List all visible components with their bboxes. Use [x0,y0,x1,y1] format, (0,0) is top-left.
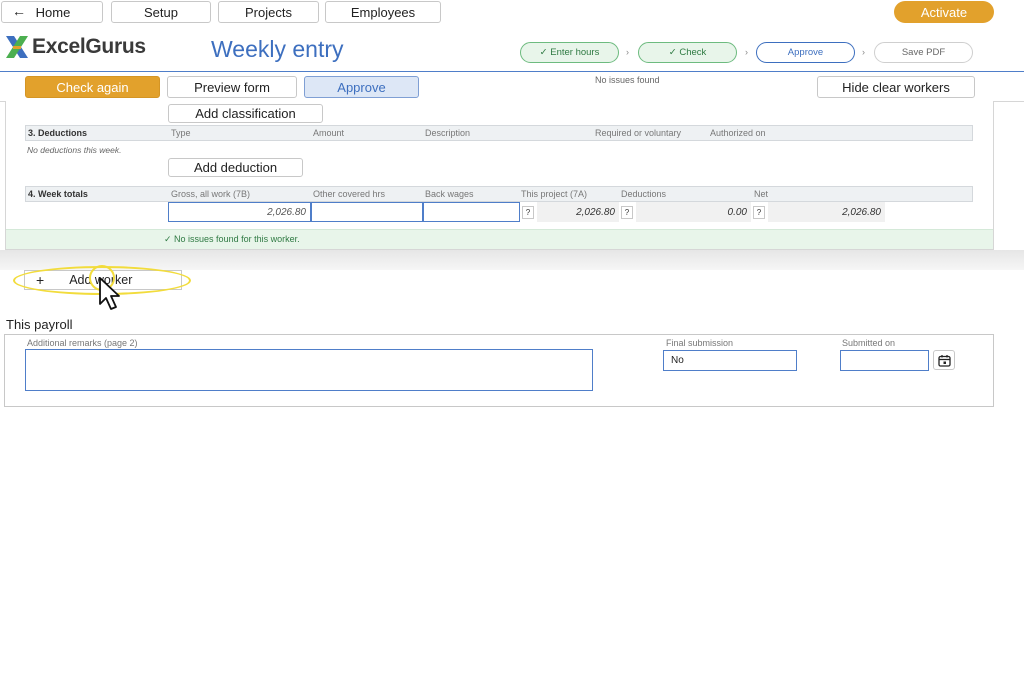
column-header: Required or voluntary [595,128,682,138]
column-header: Back wages [425,189,474,199]
step-approve[interactable]: Approve [756,42,855,63]
excelgurus-logo-icon [6,36,28,58]
column-header: Authorized on [710,128,766,138]
column-header: Amount [313,128,345,138]
column-header: Description [425,128,471,138]
final-submission-label: Final submission [666,338,734,348]
column-header: Net [754,189,769,199]
add-deduction-button[interactable]: Add deduction [168,158,303,177]
back-wages-input[interactable] [423,202,520,222]
setup-button[interactable]: Setup [111,1,211,23]
home-button[interactable]: ← Home [1,1,103,23]
page-title: Weekly entry [211,36,344,62]
help-icon[interactable]: ? [753,206,765,219]
deductions-value: 0.00 [636,202,751,222]
logo: ExcelGurus [4,33,146,61]
employees-button[interactable]: Employees [325,1,441,23]
panel-shadow [0,250,1024,270]
calendar-icon [937,354,951,367]
step-enter-hours[interactable]: ✓ Enter hours [520,42,619,63]
submitted-on-input[interactable] [840,350,929,371]
worker-status-text: ✓ No issues found for this worker. [164,234,300,244]
deductions-title: 3. Deductions [28,128,88,138]
activate-label: Activate [920,4,968,20]
remarks-textarea[interactable] [25,349,593,391]
submitted-on-label: Submitted on [842,338,896,348]
check-again-button[interactable]: Check again [25,76,160,98]
other-covered-hrs-input[interactable] [311,202,423,222]
add-classification-button[interactable]: Add classification [168,104,323,123]
net-value: 2,026.80 [768,202,885,222]
column-header: This project (7A) [521,189,588,199]
step-separator-icon: › [862,47,865,57]
column-header: Other covered hrs [313,189,386,199]
step-check[interactable]: ✓ Check [638,42,737,63]
step-separator-icon: › [745,47,748,57]
projects-label: Projects [245,4,292,20]
week-totals-title: 4. Week totals [28,189,88,199]
status-text: No issues found [595,75,660,85]
employees-label: Employees [350,4,416,20]
setup-label: Setup [144,4,178,20]
week-totals-header: 4. Week totals Gross, all work (7B) Othe… [25,186,973,202]
deductions-header: 3. Deductions Type Amount Description Re… [25,125,973,141]
arrow-left-icon: ← [12,3,26,19]
calendar-button[interactable] [933,350,955,370]
payroll-title: This payroll [6,317,73,332]
column-header: Type [171,128,191,138]
preview-form-button[interactable]: Preview form [167,76,297,98]
header-divider [0,71,1024,72]
logo-text: ExcelGurus [32,35,146,58]
home-label: Home [35,4,71,20]
mouse-cursor-icon [99,277,120,310]
approve-button[interactable]: Approve [304,76,419,98]
hide-clear-workers-button[interactable]: Hide clear workers [817,76,975,98]
worker-status-bar: ✓ No issues found for this worker. [6,229,993,249]
final-submission-select[interactable]: No [663,350,797,371]
this-project-value: 2,026.80 [537,202,619,222]
step-save-pdf[interactable]: Save PDF [874,42,973,63]
projects-button[interactable]: Projects [218,1,319,23]
step-separator-icon: › [626,47,629,57]
activate-button[interactable]: Activate [894,1,994,23]
column-header: Deductions [621,189,667,199]
help-icon[interactable]: ? [522,206,534,219]
no-deductions-text: No deductions this week. [27,145,122,155]
help-icon[interactable]: ? [621,206,633,219]
column-header: Gross, all work (7B) [171,189,251,199]
remarks-label: Additional remarks (page 2) [27,338,138,348]
gross-all-work-input[interactable]: 2,026.80 [168,202,311,222]
worker-panel [5,101,994,250]
